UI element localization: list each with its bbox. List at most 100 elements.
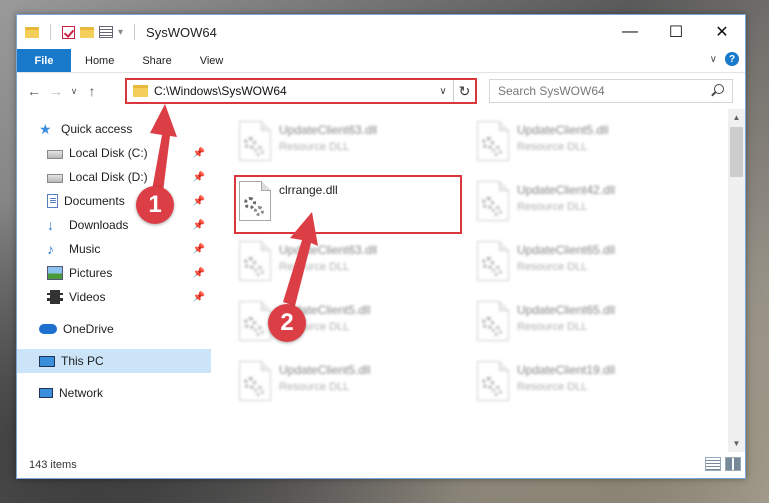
music-icon: ♪ [47, 241, 54, 257]
nav-item-quick-access[interactable]: ★ Quick access [17, 117, 211, 141]
customize-toolbar-chevron-icon[interactable]: ▾ [118, 27, 123, 38]
minimize-button[interactable]: — [607, 15, 653, 49]
file-item[interactable]: UpdateClient65.dll Resource DLL [473, 295, 701, 351]
forward-arrow-icon[interactable]: → [45, 83, 67, 99]
properties-icon[interactable] [99, 26, 113, 38]
file-type: Resource DLL [517, 261, 588, 273]
pin-icon[interactable]: 📌 [193, 292, 205, 303]
back-arrow-icon[interactable]: ← [23, 83, 45, 99]
address-row: ← → ∨ ↑ C:\Windows\SysWOW64 ∨ ↻ Search S… [17, 73, 745, 109]
vertical-scrollbar[interactable]: ▲ ▼ [728, 109, 745, 452]
file-name: UpdateClient63.dll [279, 123, 378, 137]
callout-step-2: 2 [268, 304, 306, 342]
scroll-down-arrow-icon[interactable]: ▼ [728, 435, 745, 452]
nav-item-downloads[interactable]: ↓ Downloads 📌 [17, 213, 211, 237]
cloud-icon [39, 324, 57, 334]
pin-icon[interactable]: 📌 [193, 220, 205, 231]
pin-icon[interactable]: 📌 [193, 196, 205, 207]
file-item[interactable]: UpdateClient65.dll Resource DLL [473, 235, 701, 291]
ribbon-right: ∨ ? [710, 52, 739, 66]
pin-icon[interactable]: 📌 [193, 172, 205, 183]
nav-item-network[interactable]: Network [17, 381, 211, 405]
dll-file-icon [477, 301, 509, 341]
file-name: UpdateClient19.dll [517, 363, 616, 377]
up-arrow-icon[interactable]: ↑ [81, 83, 103, 99]
dll-file-icon [477, 121, 509, 161]
nav-item-videos[interactable]: Videos 📌 [17, 285, 211, 309]
search-placeholder: Search SysWOW64 [498, 84, 605, 98]
search-input[interactable]: Search SysWOW64 [489, 79, 733, 103]
help-icon[interactable]: ? [725, 52, 739, 66]
nav-item-label: Videos [69, 290, 106, 304]
refresh-icon[interactable]: ↻ [453, 80, 475, 102]
tab-file[interactable]: File [17, 49, 71, 72]
nav-item-label: This PC [61, 354, 104, 368]
new-folder-icon[interactable] [80, 26, 94, 38]
dll-file-icon [239, 241, 271, 281]
file-item[interactable]: UpdateClient5.dll Resource DLL [473, 115, 701, 171]
drive-icon [47, 149, 63, 159]
navigation-pane: ★ Quick access Local Disk (C:) 📌 Local D… [17, 109, 211, 452]
title-bar: ▾ SysWOW64 — ☐ ✕ [17, 15, 745, 49]
file-list: UpdateClient63.dll Resource DLL clrrange.… [211, 109, 745, 452]
pictures-icon [47, 266, 63, 280]
scroll-thumb[interactable] [730, 127, 743, 177]
file-type: Resource DLL [517, 201, 588, 213]
close-button[interactable]: ✕ [699, 15, 745, 49]
quick-access-toolbar: ▾ SysWOW64 [17, 24, 217, 40]
dll-file-icon [477, 241, 509, 281]
scroll-up-arrow-icon[interactable]: ▲ [728, 109, 745, 126]
file-explorer-window: ▾ SysWOW64 — ☐ ✕ File Home Share View ∨ … [16, 14, 746, 479]
file-item[interactable]: UpdateClient63.dll Resource DLL [235, 115, 463, 171]
window-controls: — ☐ ✕ [607, 15, 745, 49]
file-name: UpdateClient5.dll [517, 123, 609, 137]
address-bar[interactable]: C:\Windows\SysWOW64 ∨ ↻ [125, 78, 477, 104]
pin-icon[interactable]: 📌 [193, 148, 205, 159]
nav-item-label: Documents [64, 194, 125, 208]
nav-item-pictures[interactable]: Pictures 📌 [17, 261, 211, 285]
nav-item-local-disk-d[interactable]: Local Disk (D:) 📌 [17, 165, 211, 189]
pin-icon[interactable]: 📌 [193, 244, 205, 255]
file-item[interactable]: UpdateClient5.dll Resource DLL [235, 355, 463, 411]
nav-item-label: Network [59, 386, 104, 400]
properties-check-icon[interactable] [62, 25, 75, 39]
tab-home[interactable]: Home [71, 49, 128, 72]
maximize-button[interactable]: ☐ [653, 15, 699, 49]
nav-item-this-pc[interactable]: This PC [17, 349, 211, 373]
selected-file-highlight [234, 175, 462, 234]
tiles-view-icon[interactable] [725, 457, 741, 471]
dll-file-icon [477, 361, 509, 401]
recent-locations-chevron-icon[interactable]: ∨ [67, 86, 81, 97]
nav-item-onedrive[interactable]: OneDrive [17, 317, 211, 341]
folder-icon [25, 26, 39, 38]
file-item[interactable]: UpdateClient42.dll Resource DLL [473, 175, 701, 231]
item-count: 143 items [29, 459, 77, 471]
file-name: UpdateClient5.dll [279, 363, 371, 377]
pin-icon[interactable]: 📌 [193, 268, 205, 279]
file-type: Resource DLL [517, 321, 588, 333]
file-name: UpdateClient65.dll [517, 303, 616, 317]
address-path[interactable]: C:\Windows\SysWOW64 [154, 84, 433, 98]
nav-item-label: Local Disk (D:) [69, 170, 148, 184]
nav-item-local-disk-c[interactable]: Local Disk (C:) 📌 [17, 141, 211, 165]
file-type: Resource DLL [279, 261, 350, 273]
file-type: Resource DLL [517, 381, 588, 393]
documents-icon [47, 194, 58, 208]
address-dropdown-chevron-icon[interactable]: ∨ [433, 86, 453, 97]
file-item[interactable]: UpdateClient19.dll Resource DLL [473, 355, 701, 411]
computer-icon [39, 355, 55, 367]
nav-item-label: Pictures [69, 266, 113, 280]
nav-item-label: OneDrive [63, 322, 114, 336]
nav-item-documents[interactable]: Documents 📌 [17, 189, 211, 213]
file-name: UpdateClient65.dll [517, 243, 616, 257]
details-view-icon[interactable] [705, 457, 721, 471]
search-icon[interactable] [714, 84, 724, 94]
divider [134, 24, 136, 40]
tab-view[interactable]: View [186, 49, 238, 72]
file-item[interactable]: UpdateClient63.dll Resource DLL [235, 235, 463, 291]
expand-ribbon-chevron-icon[interactable]: ∨ [710, 54, 717, 65]
file-type: Resource DLL [279, 141, 350, 153]
tab-share[interactable]: Share [128, 49, 185, 72]
dll-file-icon [477, 181, 509, 221]
nav-item-music[interactable]: ♪ Music 📌 [17, 237, 211, 261]
